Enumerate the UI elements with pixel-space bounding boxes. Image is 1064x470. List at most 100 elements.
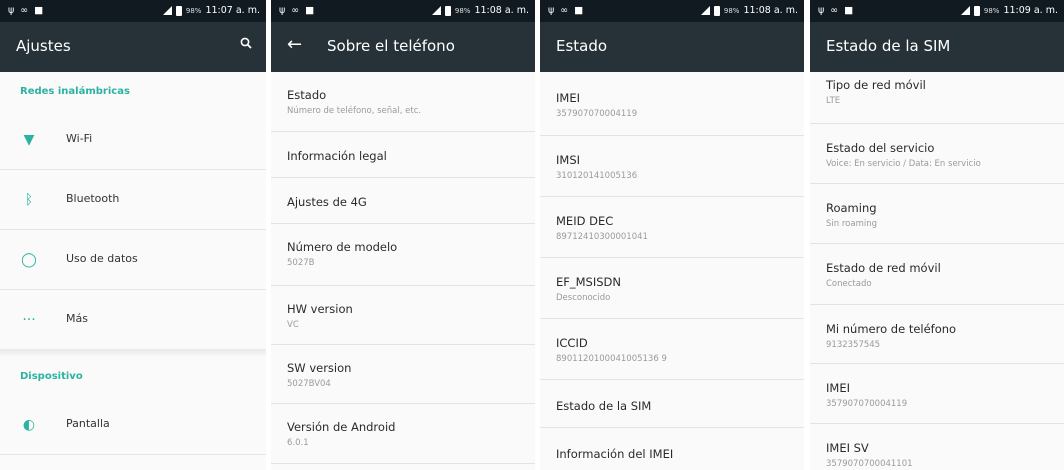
- voicemail-icon: ∞: [830, 5, 839, 16]
- item-title: EF_MSISDN: [556, 275, 622, 289]
- item-subtitle: 8901120100041005136 9: [556, 354, 667, 364]
- item-title: Estado del servicio: [826, 141, 935, 155]
- item-subtitle: Sin roaming: [826, 219, 877, 229]
- list-item-service-state[interactable]: Estado del servicio Voice: En servicio /…: [810, 124, 1064, 184]
- list-item-imei[interactable]: IMEI 357907070004119: [810, 364, 1064, 424]
- item-subtitle: Conectado: [826, 279, 872, 289]
- section-header-wireless: Redes inalámbricas: [20, 86, 130, 97]
- item-title: HW version: [287, 302, 353, 316]
- battery-icon: [713, 5, 720, 16]
- setting-more[interactable]: ··· Más: [0, 290, 266, 349]
- status-bar: ψ ∞ ■ 98% 11:08 a. m.: [271, 0, 535, 22]
- setting-label: Bluetooth: [66, 192, 120, 205]
- battery-percent: 98%: [185, 6, 202, 15]
- list-item-sw-version[interactable]: SW version 5027BV04: [271, 345, 535, 404]
- item-title: Tipo de red móvil: [826, 78, 926, 92]
- item-title: Información legal: [287, 149, 387, 163]
- voicemail-icon: ∞: [560, 5, 569, 16]
- setting-label: Wi-Fi: [66, 132, 93, 145]
- setting-wifi[interactable]: ▼ Wi-Fi: [0, 110, 266, 170]
- page-title: Ajustes: [16, 37, 71, 55]
- page-title: Sobre el teléfono: [327, 37, 455, 55]
- list-item-imsi[interactable]: IMSI 310120141005136: [540, 136, 804, 197]
- list-item-network-type[interactable]: Tipo de red móvil LTE: [810, 72, 1064, 124]
- item-subtitle: 3579070700041101: [826, 459, 913, 469]
- item-title: SW version: [287, 361, 352, 375]
- list-item-android-version[interactable]: Versión de Android 6.0.1: [271, 404, 535, 464]
- wifi-icon: ▼: [23, 132, 35, 148]
- list-item-imei-sv[interactable]: IMEI SV 3579070700041101: [810, 424, 1064, 470]
- usb-icon: ψ: [8, 5, 15, 16]
- search-icon[interactable]: [240, 37, 252, 49]
- notification-icon: ■: [574, 5, 584, 16]
- bluetooth-icon: ᛒ: [24, 192, 34, 208]
- back-arrow-icon[interactable]: ←: [287, 34, 302, 55]
- battery-percent: 98%: [723, 6, 740, 15]
- item-title: IMEI: [556, 91, 580, 105]
- battery-icon: [175, 5, 182, 16]
- list-item-meid[interactable]: MEID DEC 89712410300001041: [540, 197, 804, 258]
- item-subtitle: LTE: [826, 96, 841, 106]
- app-bar: ← Sobre el teléfono: [271, 22, 535, 72]
- item-subtitle: 89712410300001041: [556, 232, 648, 242]
- list-item-model-number[interactable]: Número de modelo 5027B: [271, 224, 535, 286]
- setting-data-usage[interactable]: ◯ Uso de datos: [0, 230, 266, 290]
- settings-screen: ψ ∞ ■ 98% 11:07 a. m. Ajustes Redes inal…: [0, 0, 266, 470]
- list-item-iccid[interactable]: ICCID 8901120100041005136 9: [540, 319, 804, 380]
- setting-bluetooth[interactable]: ᛒ Bluetooth: [0, 170, 266, 230]
- item-subtitle: 5027BV04: [287, 379, 331, 389]
- list-item-phone-number[interactable]: Mi número de teléfono 9132357545: [810, 305, 1064, 364]
- list-item-status[interactable]: Estado Número de teléfono, señal, etc.: [271, 72, 535, 132]
- voicemail-icon: ∞: [20, 5, 29, 16]
- screens-collage: ψ ∞ ■ 98% 11:07 a. m. Ajustes Redes inal…: [0, 0, 1064, 470]
- status-bar: ψ ∞ ■ 98% 11:08 a. m.: [540, 0, 804, 22]
- usb-icon: ψ: [548, 5, 555, 16]
- item-title: IMSI: [556, 153, 581, 167]
- list-item-roaming[interactable]: Roaming Sin roaming: [810, 184, 1064, 244]
- usb-icon: ψ: [279, 5, 286, 16]
- item-subtitle: Desconocido: [556, 293, 611, 303]
- list-item-hw-version[interactable]: HW version VC: [271, 286, 535, 345]
- item-title: IMEI: [826, 381, 850, 395]
- item-title: Versión de Android: [287, 420, 396, 434]
- clock: 11:09 a. m.: [1003, 5, 1058, 16]
- section-header-device: Dispositivo: [20, 371, 83, 382]
- item-title: Estado de la SIM: [556, 399, 652, 413]
- signal-icon: [162, 6, 172, 15]
- setting-label: Pantalla: [66, 417, 110, 430]
- item-title: Información del IMEI: [556, 447, 674, 461]
- list-item-network-state[interactable]: Estado de red móvil Conectado: [810, 244, 1064, 305]
- list-item-imei-info[interactable]: Información del IMEI: [540, 428, 804, 470]
- page-title: Estado: [556, 37, 608, 55]
- list-item-legal[interactable]: Información legal: [271, 132, 535, 178]
- list-item-msisdn[interactable]: EF_MSISDN Desconocido: [540, 258, 804, 319]
- item-subtitle: 5027B: [287, 258, 315, 268]
- status-bar: ψ ∞ ■ 98% 11:07 a. m.: [0, 0, 266, 22]
- signal-icon: [431, 6, 441, 15]
- battery-percent: 98%: [983, 6, 1000, 15]
- about-phone-screen: ψ ∞ ■ 98% 11:08 a. m. ← Sobre el teléfon…: [271, 0, 535, 470]
- item-title: IMEI SV: [826, 441, 869, 455]
- list-item-sim-status[interactable]: Estado de la SIM: [540, 380, 804, 428]
- notification-icon: ■: [305, 5, 315, 16]
- notification-icon: ■: [34, 5, 44, 16]
- page-title: Estado de la SIM: [826, 37, 951, 55]
- divider: [0, 349, 266, 357]
- clock: 11:08 a. m.: [743, 5, 798, 16]
- battery-percent: 98%: [454, 6, 471, 15]
- item-subtitle: 6.0.1: [287, 438, 309, 448]
- sim-status-screen: ψ ∞ ■ 98% 11:09 a. m. Estado de la SIM T…: [810, 0, 1064, 470]
- item-title: MEID DEC: [556, 214, 614, 228]
- list-item-imei[interactable]: IMEI 357907070004119: [540, 72, 804, 136]
- more-dots-icon: ···: [22, 312, 36, 328]
- item-subtitle: Voice: En servicio / Data: En servicio: [826, 159, 981, 169]
- item-title: Mi número de teléfono: [826, 322, 957, 336]
- setting-label: Uso de datos: [66, 252, 138, 265]
- app-bar: Estado: [540, 22, 804, 72]
- item-subtitle: 310120141005136: [556, 171, 638, 181]
- app-bar: Estado de la SIM: [810, 22, 1064, 72]
- usb-icon: ψ: [818, 5, 825, 16]
- list-item-4g-settings[interactable]: Ajustes de 4G: [271, 178, 535, 224]
- app-bar: Ajustes: [0, 22, 266, 72]
- setting-display[interactable]: ◐ Pantalla: [0, 395, 266, 455]
